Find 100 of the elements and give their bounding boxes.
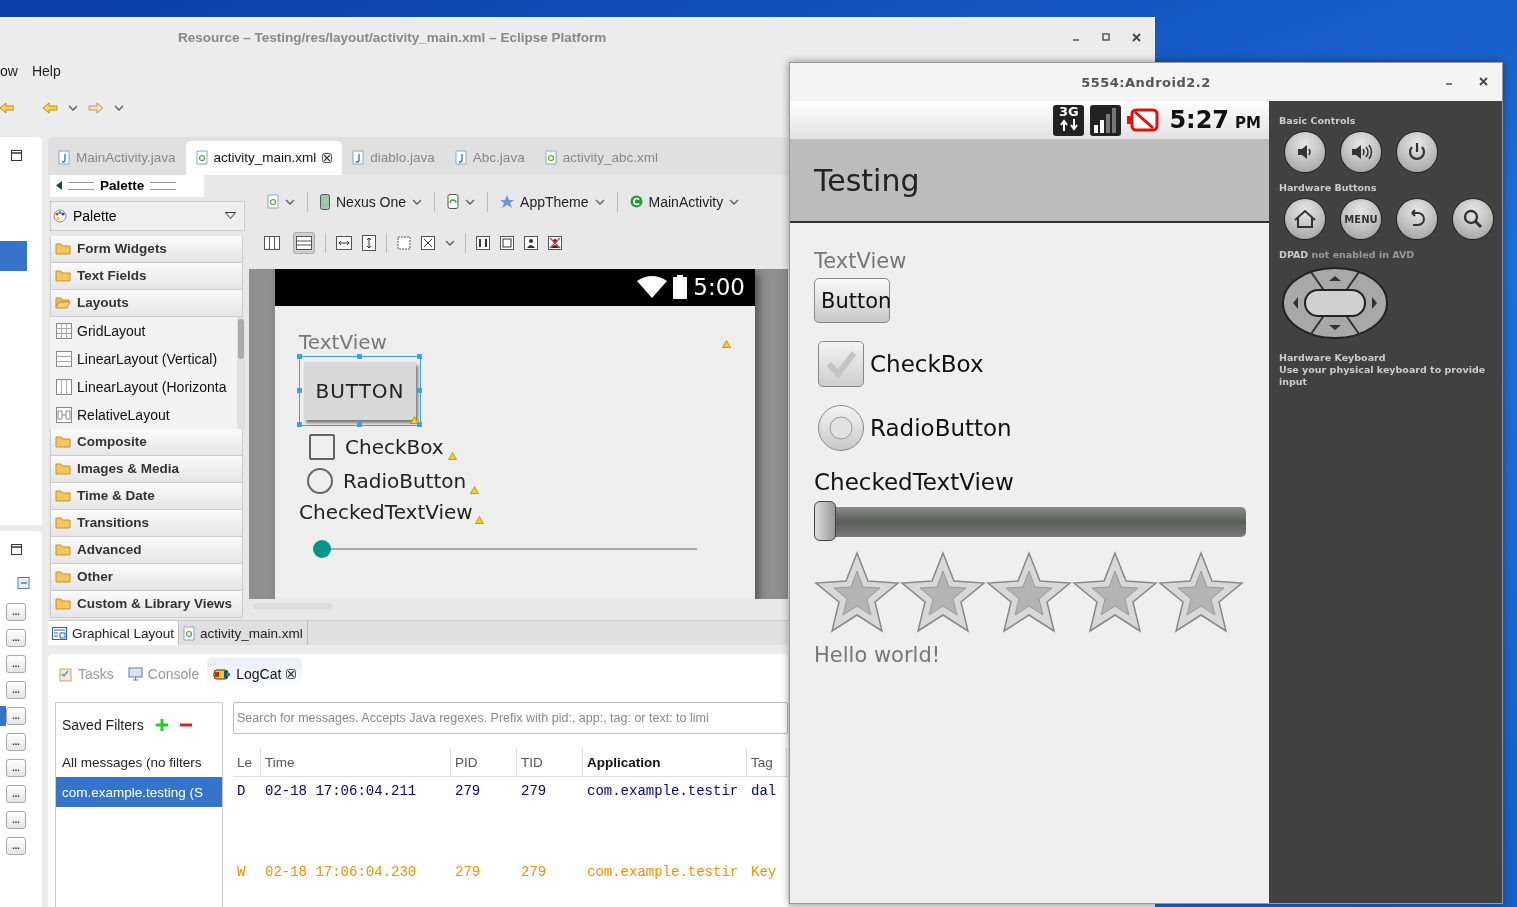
theme-dropdown[interactable]: AppTheme	[496, 191, 609, 212]
palette-category[interactable]: Images & Media	[50, 455, 243, 483]
column-header[interactable]: Le	[233, 748, 261, 776]
star-icon[interactable]	[1072, 551, 1158, 633]
table-cell-text: 02-18 17:06:04.211	[264, 782, 418, 801]
search-button[interactable]	[1453, 199, 1493, 239]
remove-person-icon	[548, 235, 562, 250]
grip-handle[interactable]	[68, 181, 94, 190]
java-file-icon	[58, 150, 70, 166]
back-button[interactable]	[1397, 199, 1437, 239]
scrollbar[interactable]	[237, 316, 245, 429]
status-ampm: PM	[1235, 114, 1261, 132]
column-header[interactable]: Tag	[747, 748, 787, 776]
palette-item[interactable]: RelativeLayout	[50, 400, 237, 429]
vertical-arrows-icon	[362, 234, 376, 251]
search-field[interactable]: Search for messages. Accepts Java regexes. Prefix with pid:, app:, tag: or text: to limi	[233, 702, 788, 734]
columns-icon	[56, 378, 72, 395]
home-button[interactable]	[1285, 199, 1325, 239]
editor-tab[interactable]: activity_main.xml	[185, 140, 343, 175]
filter-item[interactable]: com.example.testing (S	[56, 777, 222, 807]
palette-category[interactable]: Advanced	[50, 536, 243, 564]
folder-icon	[55, 462, 71, 476]
palette-category[interactable]: Form Widgets	[50, 235, 243, 263]
more-button[interactable]: ...	[6, 681, 26, 699]
power-button[interactable]	[1397, 132, 1437, 172]
more-button[interactable]: ...	[6, 759, 26, 777]
more-button[interactable]: ...	[6, 785, 26, 803]
palette-title: Palette	[100, 178, 145, 194]
resize-handle[interactable]	[297, 421, 302, 427]
more-button[interactable]: ...	[6, 603, 26, 621]
editor-mode-tab[interactable]: Graphical Layout	[48, 621, 180, 645]
editor-mode-tab[interactable]: activity_main.xml	[179, 621, 308, 645]
folder-icon	[55, 570, 71, 584]
device-dropdown[interactable]: Nexus One	[316, 191, 427, 212]
palette-category[interactable]: Layouts	[50, 289, 243, 317]
preview-button[interactable]: BUTTON	[304, 361, 416, 420]
checkbox[interactable]	[309, 433, 335, 460]
columns-icon	[264, 235, 280, 250]
star-icon[interactable]	[814, 551, 900, 633]
column-header[interactable]: TID	[517, 748, 583, 776]
table-cell-text: W	[236, 863, 247, 882]
close-icon	[1132, 32, 1141, 42]
checkbox[interactable]	[818, 341, 864, 387]
palette-item[interactable]: LinearLayout (Vertical)	[50, 344, 237, 373]
table-cell-text: Key	[750, 863, 778, 882]
menu-item[interactable]: Help	[31, 63, 61, 79]
resize-handle[interactable]	[357, 421, 362, 427]
filter-item[interactable]: All messages (no filters	[56, 747, 222, 777]
seek-thumb[interactable]	[313, 539, 331, 558]
resize-handle[interactable]	[297, 387, 302, 393]
palette-item[interactable]: LinearLayout (Horizonta	[50, 372, 237, 401]
folder-icon	[55, 242, 71, 256]
palette-category[interactable]: Text Fields	[50, 262, 243, 290]
more-button[interactable]: ...	[6, 629, 26, 647]
volume-up-button[interactable]	[1341, 132, 1381, 172]
palette-category[interactable]: Transitions	[50, 509, 243, 537]
resize-handle[interactable]	[417, 387, 422, 393]
column-header[interactable]: Application	[583, 748, 747, 776]
rows-icon	[296, 235, 312, 250]
more-button[interactable]: ...	[6, 707, 26, 725]
seek-thumb[interactable]	[814, 501, 836, 541]
radio-label: RadioButton	[870, 415, 1012, 441]
resize-handle[interactable]	[417, 353, 422, 359]
more-button[interactable]: ...	[6, 733, 26, 751]
close-icon	[1479, 77, 1488, 86]
resize-handle[interactable]	[357, 353, 362, 359]
star-icon[interactable]	[986, 551, 1072, 633]
more-button[interactable]: ...	[6, 655, 26, 673]
grid-icon	[56, 322, 72, 339]
caret-icon	[465, 198, 476, 205]
activity-dropdown[interactable]: MainActivity	[625, 191, 744, 212]
radio-button[interactable]	[307, 467, 333, 494]
more-button[interactable]: ...	[6, 811, 26, 829]
view-mode-button[interactable]	[293, 231, 315, 254]
seek-bar[interactable]	[814, 501, 1246, 543]
palette-dropdown[interactable]: Palette	[50, 200, 245, 231]
app-button[interactable]: Button	[814, 278, 890, 323]
palette-category[interactable]: Composite	[50, 428, 243, 456]
column-header[interactable]: PID	[451, 748, 517, 776]
status-time: 5:00	[693, 274, 745, 301]
palette-category[interactable]: Other	[50, 563, 243, 591]
window-title: 5554:Android2.2	[1081, 74, 1211, 90]
menu-button[interactable]: MENU	[1341, 199, 1381, 239]
column-header[interactable]: Time	[261, 748, 451, 776]
resize-handle[interactable]	[297, 353, 302, 359]
more-button[interactable]: ...	[6, 837, 26, 855]
battery-icon	[673, 275, 688, 300]
palette-category[interactable]: Custom & Library Views	[50, 590, 243, 618]
volume-down-button[interactable]	[1285, 132, 1325, 172]
menu-item[interactable]: ow	[0, 63, 18, 79]
keyboard-title: Hardware Keyboard	[1279, 352, 1386, 364]
star-icon[interactable]	[900, 551, 986, 633]
palette-category[interactable]: Time & Date	[50, 482, 243, 510]
star-icon[interactable]	[1158, 551, 1244, 633]
rows-icon	[56, 350, 72, 367]
grip-handle[interactable]	[150, 181, 177, 190]
palette-item[interactable]: GridLayout	[50, 316, 237, 345]
monitor-icon	[127, 667, 143, 681]
table-cell-text: 279	[454, 782, 482, 801]
radio-button[interactable]	[818, 405, 864, 451]
